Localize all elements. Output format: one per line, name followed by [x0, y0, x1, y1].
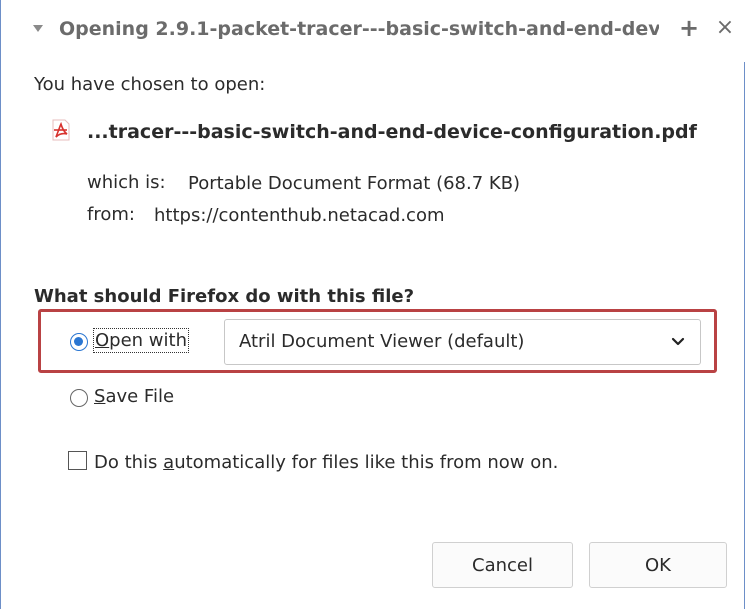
save-file-radio[interactable] — [70, 389, 88, 407]
intro-text: You have chosen to open: — [34, 74, 266, 95]
ok-button[interactable]: OK — [589, 542, 727, 588]
open-with-text: pen with — [109, 330, 187, 351]
save-file-label[interactable]: Save File — [94, 386, 174, 407]
which-is-label: which is: — [87, 172, 166, 193]
auto-action-label[interactable]: Do this automatically for files like thi… — [94, 452, 558, 473]
application-select-value: Atril Document Viewer (default) — [239, 331, 525, 352]
cancel-button[interactable]: Cancel — [432, 542, 573, 588]
file-name: ...tracer---basic-switch-and-end-device-… — [87, 121, 697, 143]
action-heading: What should Firefox do with this file? — [34, 286, 415, 307]
application-select[interactable]: Atril Document Viewer (default) — [224, 319, 701, 365]
caret-down-icon[interactable] — [33, 25, 43, 32]
close-icon[interactable]: × — [711, 14, 739, 42]
auto-mnemonic: a — [163, 452, 175, 473]
save-file-mnemonic: S — [94, 386, 106, 407]
title-bar: Opening 2.9.1-packet-tracer---basic-swit… — [1, 0, 746, 62]
chevron-down-icon — [671, 337, 685, 346]
from-label: from: — [87, 204, 135, 225]
download-dialog: Opening 2.9.1-packet-tracer---basic-swit… — [0, 0, 746, 609]
open-with-radio[interactable] — [70, 333, 88, 351]
auto-action-checkbox[interactable] — [68, 451, 87, 470]
open-with-mnemonic: O — [95, 330, 110, 351]
open-with-label[interactable]: Open with — [93, 328, 189, 353]
file-type-value: Portable Document Format (68.7 KB) — [188, 173, 521, 194]
pdf-icon — [52, 119, 70, 141]
dialog-title: Opening 2.9.1-packet-tracer---basic-swit… — [59, 18, 659, 40]
save-file-text: ave File — [105, 386, 175, 407]
plus-icon[interactable]: + — [675, 14, 703, 42]
source-url-value: https://contenthub.netacad.com — [154, 205, 445, 226]
